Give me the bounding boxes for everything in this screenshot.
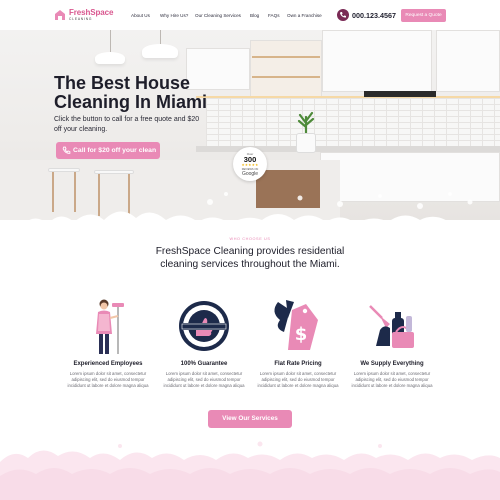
- phone-icon[interactable]: [337, 9, 349, 21]
- cleaner-person-icon: [96, 299, 124, 354]
- nav-faqs[interactable]: FAQs: [268, 13, 280, 19]
- google-reviews-badge[interactable]: Over 300 ★★★★★ REVIEWS ON Google: [233, 147, 267, 181]
- site-header: FreshSpace CLEANING About Us Why Hire Us…: [0, 0, 500, 30]
- feature-text: Lorem ipsum dolor sit amet, consectetur …: [67, 371, 149, 389]
- wood-shelf: [252, 56, 320, 58]
- wood-shelf: [252, 76, 320, 78]
- tile-backsplash: [206, 98, 500, 146]
- google-logo: Google: [241, 171, 259, 177]
- logo-subtext: CLEANING: [69, 17, 93, 21]
- upper-cabinet: [322, 30, 432, 92]
- logo[interactable]: FreshSpace CLEANING: [54, 8, 116, 24]
- plant-icon: [297, 111, 315, 133]
- nav-cleaning-services[interactable]: Our Cleaning Services: [195, 13, 241, 19]
- cta-label: Call for $20 off your clean: [73, 147, 157, 154]
- hero-subtitle: Click the button to call for a free quot…: [54, 116, 200, 133]
- view-services-button[interactable]: View Our Services: [208, 410, 292, 428]
- hero-section: The Best House Cleaning In Miami Click t…: [0, 30, 500, 220]
- star-rating-icon: ★★★★★: [241, 163, 259, 167]
- call-cta-button[interactable]: Call for $20 off your clean: [56, 142, 160, 159]
- feature-title: We Supply Everything: [360, 361, 424, 367]
- open-shelving: [250, 40, 322, 100]
- feature-title: 100% Guarantee: [180, 361, 228, 367]
- phone-icon: [62, 146, 71, 154]
- feature-text: Lorem ipsum dolor sit amet, consectetur …: [163, 371, 245, 389]
- nav-about-us[interactable]: About Us: [131, 13, 150, 19]
- foam-bubbles: [29, 192, 473, 220]
- section-eyebrow: WHO CHOOSE US: [229, 237, 271, 241]
- feature-title: Flat Rate Pricing: [274, 361, 322, 367]
- nav-blog[interactable]: Blog: [250, 13, 259, 19]
- price-tag-icon: $: [274, 300, 318, 350]
- lamp-cord: [160, 30, 161, 44]
- nav-franchise[interactable]: Own a Franchise: [287, 13, 322, 19]
- hero-title: The Best House Cleaning In Miami: [54, 73, 208, 112]
- foam-bubbles-footer: [0, 441, 500, 500]
- pendant-lamp: [95, 52, 125, 64]
- pendant-lamp: [142, 44, 178, 58]
- plant-pot: [296, 133, 316, 153]
- feature-title: Experienced Employees: [73, 361, 143, 367]
- logo-text: FreshSpace: [69, 8, 114, 17]
- phone-number[interactable]: 000.123.4567: [352, 11, 396, 20]
- range-hood: [364, 91, 436, 97]
- section-title: FreshSpace Cleaning provides residential…: [155, 246, 345, 270]
- house-logo-icon: [55, 10, 65, 20]
- lamp-cord: [110, 30, 111, 52]
- dollar-sign-icon: $: [295, 324, 308, 345]
- cleaning-supplies-icon: [369, 305, 414, 348]
- feature-text: Lorem ipsum dolor sit amet, consectetur …: [257, 371, 339, 389]
- request-quote-button[interactable]: Request a Quote: [401, 9, 446, 22]
- nav-why-hire-us[interactable]: Why Hire Us?: [160, 13, 188, 19]
- upper-cabinet: [436, 30, 500, 92]
- feature-text: Lorem ipsum dolor sit amet, consectetur …: [351, 371, 433, 389]
- guarantee-seal-icon: [179, 301, 229, 351]
